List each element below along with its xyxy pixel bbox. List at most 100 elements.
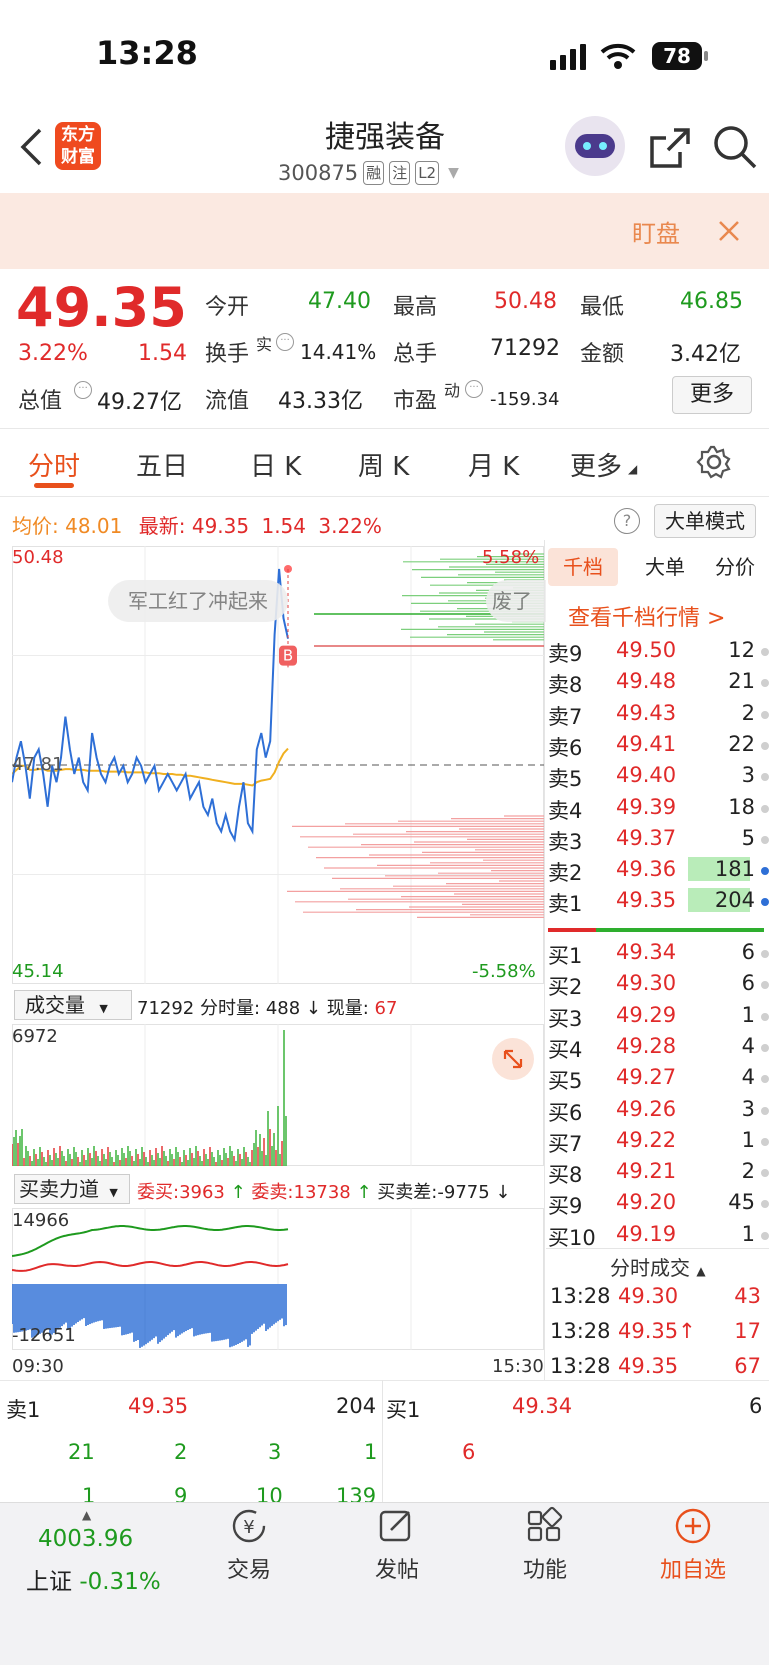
bid-row[interactable]: 买4 49.28 4: [546, 1032, 769, 1062]
bid-volume-label: 委买:: [137, 1182, 180, 1203]
queue-buy-label: 买1: [386, 1398, 421, 1422]
level-price: 49.35: [616, 888, 677, 913]
queue-sell-cell: 21: [68, 1440, 95, 1464]
bid-row[interactable]: 买7 49.22 1: [546, 1126, 769, 1156]
help-icon[interactable]: ?: [614, 508, 640, 534]
close-icon[interactable]: [718, 220, 740, 242]
back-icon[interactable]: [18, 128, 44, 166]
trade-qty: 43: [734, 1284, 761, 1308]
robot-assistant-icon[interactable]: [565, 116, 625, 176]
level-price: 49.36: [616, 857, 677, 882]
queue-buy-qty: 6: [749, 1394, 763, 1418]
comment-bubble-2[interactable]: 废了: [486, 580, 546, 622]
info-icon[interactable]: ···: [74, 381, 92, 399]
active-tab-indicator: [34, 483, 74, 488]
ask-row[interactable]: 卖6 49.41 22: [546, 730, 769, 760]
tab-big-orders[interactable]: 大单: [630, 548, 700, 586]
big-order-mode-button[interactable]: 大单模式: [654, 504, 756, 538]
bid-row[interactable]: 买6 49.26 3: [546, 1095, 769, 1125]
level-dot: [761, 1137, 769, 1146]
level-price: 49.28: [616, 1033, 677, 1058]
view-levels-link[interactable]: 查看千档行情 >: [568, 600, 725, 632]
comment-bubble[interactable]: 军工红了冲起来: [108, 580, 288, 622]
bid-row[interactable]: 买2 49.30 6: [546, 969, 769, 999]
expand-icon[interactable]: [492, 1038, 534, 1080]
caret-up-icon: ▲: [696, 1264, 706, 1278]
share-icon[interactable]: [648, 126, 692, 170]
tag-registered: 注: [389, 161, 411, 185]
app-logo[interactable]: 东方 财富: [55, 122, 101, 170]
divider: [0, 428, 769, 429]
queue-sell-cell: 2: [174, 1440, 188, 1464]
queue-sell-cell: 1: [364, 1440, 378, 1464]
ask-row[interactable]: 卖4 49.39 18: [546, 793, 769, 823]
bid-row[interactable]: 买9 49.20 45: [546, 1188, 769, 1218]
ask-row[interactable]: 卖2 49.36 181: [546, 855, 769, 885]
bid-row[interactable]: 买5 49.27 4: [546, 1063, 769, 1093]
volume-info: 71292 分时量: 488 ↓ 现量: 67: [137, 994, 397, 1020]
nav-post[interactable]: 发帖: [342, 1506, 452, 1584]
more-button[interactable]: 更多: [672, 376, 752, 414]
ask-row[interactable]: 卖5 49.40 3: [546, 761, 769, 791]
trades-title[interactable]: 分时成交 ▲: [610, 1252, 706, 1281]
tab-more[interactable]: 更多: [570, 446, 622, 483]
tab-thousand-levels[interactable]: 千档: [548, 548, 618, 586]
now-volume-label: 现量:: [326, 998, 369, 1019]
tab-weekly-k[interactable]: 周 K: [358, 446, 409, 483]
tab-daily-k[interactable]: 日 K: [250, 446, 301, 483]
arrow-down-icon: ↓: [305, 998, 321, 1019]
last-change: 1.54: [261, 514, 306, 538]
buy-marker-label: B: [283, 647, 293, 665]
volume-selector[interactable]: 成交量 ▼: [14, 990, 132, 1020]
bid-row[interactable]: 买10 49.19 1: [546, 1220, 769, 1250]
index-ticker[interactable]: 上证 -0.31%: [26, 1562, 161, 1596]
settings-gear-icon[interactable]: [696, 444, 732, 480]
level-qty: 5: [741, 825, 755, 850]
ask-row[interactable]: 卖7 49.43 2: [546, 699, 769, 729]
nav-functions-label: 功能: [522, 1558, 567, 1583]
level-price: 49.50: [616, 638, 677, 662]
turnover-info-icon[interactable]: ···: [276, 333, 294, 351]
trade-qty: 67: [734, 1354, 761, 1378]
watch-label[interactable]: 盯盘: [632, 214, 680, 249]
force-selector[interactable]: 买卖力道 ▼: [14, 1174, 130, 1204]
tab-monthly-k[interactable]: 月 K: [468, 446, 519, 483]
bid-ask-diff-label: 买卖差:: [377, 1182, 438, 1203]
volume-label: 总手: [393, 342, 438, 367]
nav-add-watchlist[interactable]: 加自选: [638, 1506, 748, 1584]
search-icon[interactable]: [712, 124, 758, 170]
level-dot: [761, 1012, 769, 1021]
caret-down-icon: ▼: [109, 1186, 118, 1199]
level-label: 买3: [548, 1006, 583, 1031]
last-pct: 3.22%: [318, 514, 382, 538]
tab-five-day[interactable]: 五日: [136, 446, 188, 483]
ask-row[interactable]: 卖9 49.50 12: [546, 636, 769, 666]
queue-divider: [382, 1380, 383, 1502]
nav-trade[interactable]: ¥ 交易: [194, 1506, 304, 1584]
ask-row[interactable]: 卖8 49.48 21: [546, 667, 769, 697]
level-qty: 21: [728, 669, 755, 694]
level-label: 卖6: [548, 735, 583, 760]
level-qty: 4: [741, 1033, 755, 1058]
avg-label: 均价:: [12, 514, 59, 538]
bid-row[interactable]: 买8 49.21 2: [546, 1157, 769, 1187]
ask-row[interactable]: 卖3 49.37 5: [546, 824, 769, 854]
force-top: 14966: [12, 1210, 70, 1231]
ask-row[interactable]: 卖1 49.35 204: [546, 886, 769, 916]
trade-price: 49.35: [618, 1354, 679, 1378]
queue-panel: 卖1 49.35 204 买1 49.34 6 21 2 3 1 6 1 9 1…: [0, 1380, 769, 1508]
tab-price-distribution[interactable]: 分价: [700, 548, 769, 586]
stock-code: 300875: [278, 161, 359, 185]
level-label: 卖4: [548, 798, 583, 823]
level-dot: [761, 741, 769, 750]
tab-intraday[interactable]: 分时: [28, 446, 80, 483]
bid-row[interactable]: 买3 49.29 1: [546, 1001, 769, 1031]
level-dot: [761, 773, 769, 782]
index-value[interactable]: 4003.96: [38, 1526, 133, 1552]
low-value: 46.85: [680, 289, 743, 314]
bid-row[interactable]: 买1 49.34 6: [546, 938, 769, 968]
stock-code-row[interactable]: 300875 融 注 L2 ▼: [278, 158, 459, 188]
pe-info-icon[interactable]: ···: [465, 380, 483, 398]
nav-functions[interactable]: 功能: [490, 1506, 600, 1584]
mktcap-value: 49.27亿: [97, 390, 182, 415]
